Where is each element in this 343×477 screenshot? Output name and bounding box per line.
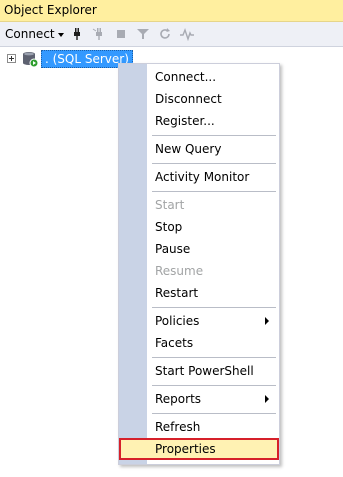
object-explorer-toolbar: Connect bbox=[0, 22, 343, 47]
menu-item-label: New Query bbox=[155, 142, 222, 156]
menu-item-label: Refresh bbox=[155, 420, 201, 434]
menu-separator bbox=[152, 191, 276, 192]
menu-item-connect[interactable]: Connect... bbox=[119, 66, 279, 88]
submenu-arrow-icon bbox=[265, 395, 269, 403]
menu-item-resume: Resume bbox=[119, 260, 279, 282]
object-explorer-title-bar: Object Explorer bbox=[0, 0, 343, 22]
menu-separator bbox=[152, 357, 276, 358]
menu-separator bbox=[152, 385, 276, 386]
menu-item-label: Facets bbox=[155, 336, 194, 350]
menu-item-label: Stop bbox=[155, 220, 183, 234]
chevron-down-icon bbox=[57, 32, 64, 37]
menu-item-refresh[interactable]: Refresh bbox=[119, 416, 279, 438]
menu-item-reports[interactable]: Reports bbox=[119, 388, 279, 410]
menu-item-properties[interactable]: Properties bbox=[119, 438, 279, 460]
context-menu: Connect... Disconnect Register... New Query… bbox=[118, 63, 280, 465]
menu-item-label: Reports bbox=[155, 392, 202, 406]
server-icon bbox=[23, 52, 39, 68]
menu-item-label: Activity Monitor bbox=[155, 170, 250, 184]
menu-item-new-query[interactable]: New Query bbox=[119, 138, 279, 160]
connect-label: Connect bbox=[5, 27, 55, 41]
menu-item-label: Connect... bbox=[155, 70, 217, 84]
refresh-icon[interactable] bbox=[158, 27, 172, 41]
plug-icon[interactable] bbox=[70, 27, 84, 41]
submenu-arrow-icon bbox=[265, 317, 269, 325]
connect-dropdown-button[interactable]: Connect bbox=[5, 27, 64, 41]
menu-item-label: Resume bbox=[155, 264, 204, 278]
menu-item-facets[interactable]: Facets bbox=[119, 332, 279, 354]
menu-item-label: Disconnect bbox=[155, 92, 222, 106]
filter-icon[interactable] bbox=[136, 27, 150, 41]
menu-item-disconnect[interactable]: Disconnect bbox=[119, 88, 279, 110]
menu-item-label: Start bbox=[155, 198, 185, 212]
menu-item-register[interactable]: Register... bbox=[119, 110, 279, 132]
object-explorer-window: Object Explorer Connect . (SQL Server) C… bbox=[0, 0, 343, 477]
menu-item-label: Pause bbox=[155, 242, 191, 256]
menu-item-pause[interactable]: Pause bbox=[119, 238, 279, 260]
menu-item-restart[interactable]: Restart bbox=[119, 282, 279, 304]
menu-item-label: Restart bbox=[155, 286, 199, 300]
menu-item-start: Start bbox=[119, 194, 279, 216]
menu-item-label: Register... bbox=[155, 114, 215, 128]
panel-title: Object Explorer bbox=[4, 3, 97, 17]
stop-icon[interactable] bbox=[114, 27, 128, 41]
menu-separator bbox=[152, 163, 276, 164]
menu-separator bbox=[152, 307, 276, 308]
menu-item-policies[interactable]: Policies bbox=[119, 310, 279, 332]
menu-item-activity-monitor[interactable]: Activity Monitor bbox=[119, 166, 279, 188]
menu-item-start-powershell[interactable]: Start PowerShell bbox=[119, 360, 279, 382]
menu-item-stop[interactable]: Stop bbox=[119, 216, 279, 238]
menu-item-label: Start PowerShell bbox=[155, 364, 254, 378]
menu-item-label: Policies bbox=[155, 314, 200, 328]
disconnect-plug-icon[interactable] bbox=[92, 27, 106, 41]
menu-separator bbox=[152, 135, 276, 136]
menu-separator bbox=[152, 413, 276, 414]
menu-item-label: Properties bbox=[155, 442, 216, 456]
activity-icon[interactable] bbox=[180, 27, 194, 41]
expand-icon[interactable] bbox=[7, 54, 16, 63]
